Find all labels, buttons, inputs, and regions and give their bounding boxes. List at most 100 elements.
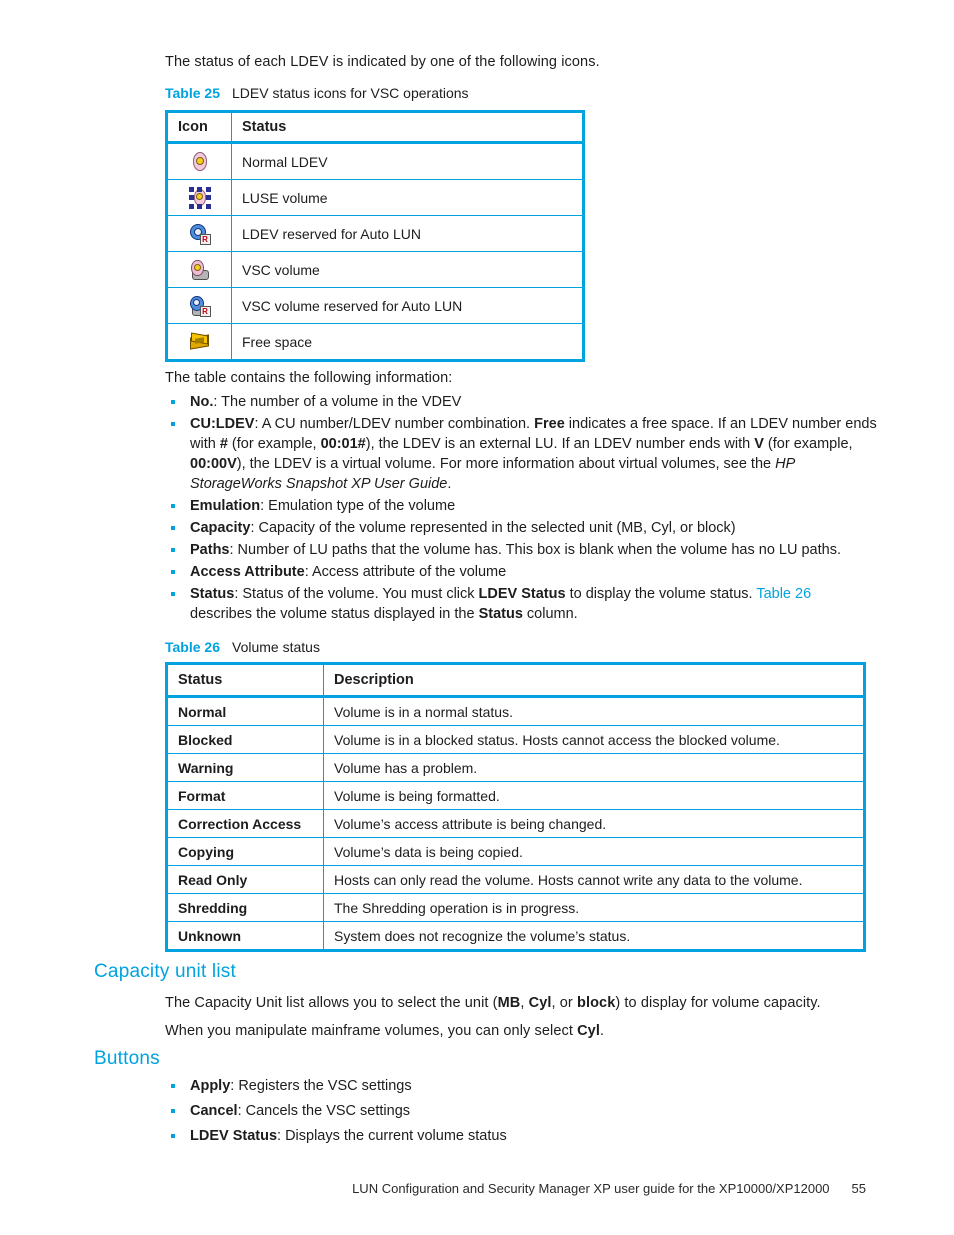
list-item-term: Status	[190, 586, 235, 602]
list-item-text: : Emulation type of the volume	[260, 498, 456, 514]
button-desc-apply: : Registers the VSC settings	[230, 1078, 412, 1094]
description-cell: Volume’s data is being copied.	[323, 837, 865, 866]
table-row: Normal LDEV	[166, 142, 584, 180]
table-row: Shredding The Shredding operation is in …	[166, 893, 865, 922]
list-item: Cancel: Cancels the VSC settings	[165, 1101, 877, 1121]
table-row: Read Only Hosts can only read the volume…	[166, 865, 865, 894]
table-info-list: No.: The number of a volume in the VDEV …	[165, 392, 877, 624]
volume-status-table: Status Description Normal Volume is in a…	[165, 662, 866, 952]
description-cell: Volume is being formatted.	[323, 781, 865, 810]
table-25-title: LDEV status icons for VSC operations	[232, 85, 469, 101]
status-cell: VSC volume reserved for Auto LUN	[231, 287, 584, 324]
status-cell: Free space	[231, 323, 584, 361]
list-item: Status: Status of the volume. You must c…	[165, 584, 877, 624]
description-cell: Hosts can only read the volume. Hosts ca…	[323, 865, 865, 894]
list-item: Emulation: Emulation type of the volume	[165, 496, 877, 516]
intro-paragraph: The status of each LDEV is indicated by …	[165, 54, 600, 70]
status-cell: Warning	[166, 753, 324, 782]
table-26-title: Volume status	[232, 639, 320, 655]
list-item: Capacity: Capacity of the volume represe…	[165, 518, 877, 538]
description-cell: System does not recognize the volume’s s…	[323, 921, 865, 951]
vsc-volume-reserved-auto-lun-icon: R	[189, 295, 211, 317]
status-cell: Format	[166, 781, 324, 810]
description-cell: Volume has a problem.	[323, 753, 865, 782]
status-cell: Blocked	[166, 725, 324, 754]
ldev-status-icons-table: Icon Status Normal LDEV LUSE volume R LD…	[165, 110, 585, 362]
table-row: R VSC volume reserved for Auto LUN	[166, 287, 584, 324]
list-item: Apply: Registers the VSC settings	[165, 1076, 877, 1096]
table-row: Normal Volume is in a normal status.	[166, 696, 865, 726]
table-row: R LDEV reserved for Auto LUN	[166, 215, 584, 252]
table-row: Correction Access Volume’s access attrib…	[166, 809, 865, 838]
table-26-caption: Table 26 Volume status	[165, 638, 320, 656]
vsc-volume-icon	[189, 259, 211, 281]
column-header-status: Status	[231, 111, 584, 144]
description-cell: Volume is in a blocked status. Hosts can…	[323, 725, 865, 754]
list-item: Access Attribute: Access attribute of th…	[165, 562, 877, 582]
button-desc-ldev-status: : Displays the current volume status	[277, 1128, 507, 1144]
button-name-cancel: Cancel	[190, 1103, 238, 1119]
table-row: Copying Volume’s data is being copied.	[166, 837, 865, 866]
list-item: CU:LDEV: A CU number/LDEV number combina…	[165, 414, 877, 494]
description-cell: Volume is in a normal status.	[323, 696, 865, 726]
luse-volume-icon	[188, 186, 211, 209]
description-cell: Volume’s access attribute is being chang…	[323, 809, 865, 838]
status-cell: Unknown	[166, 921, 324, 951]
button-desc-cancel: : Cancels the VSC settings	[237, 1103, 411, 1119]
list-item-term: Access Attribute	[190, 564, 305, 580]
list-item-text: : A CU number/LDEV number combination. F…	[190, 416, 877, 492]
buttons-list: Apply: Registers the VSC settings Cancel…	[165, 1076, 877, 1146]
icon-cell: R	[166, 215, 232, 252]
icon-cell	[166, 251, 232, 288]
table-26-xref[interactable]: Table 26	[756, 586, 811, 602]
button-name-apply: Apply	[190, 1078, 231, 1094]
list-item-text: : Number of LU paths that the volume has…	[229, 542, 842, 558]
list-item-text: : Capacity of the volume represented in …	[250, 520, 736, 536]
list-item-term: CU:LDEV	[190, 416, 255, 432]
heading-buttons: Buttons	[94, 1048, 160, 1069]
table-row: Format Volume is being formatted.	[166, 781, 865, 810]
table-26-number: Table 26	[165, 639, 220, 655]
heading-capacity-unit-list: Capacity unit list	[94, 961, 236, 982]
table-row: LUSE volume	[166, 179, 584, 216]
table-row: VSC volume	[166, 251, 584, 288]
description-cell: The Shredding operation is in progress.	[323, 893, 865, 922]
icon-cell	[166, 142, 232, 180]
table-info-lead: The table contains the following informa…	[165, 370, 453, 386]
table-row: Unknown System does not recognize the vo…	[166, 921, 865, 951]
list-item-text: : The number of a volume in the VDEV	[213, 394, 462, 410]
footer-guide-title: LUN Configuration and Security Manager X…	[352, 1181, 830, 1196]
list-item-term: Paths	[190, 542, 230, 558]
status-cell: VSC volume	[231, 251, 584, 288]
icon-cell	[166, 323, 232, 361]
list-item-term: Emulation	[190, 498, 261, 514]
table-row: Warning Volume has a problem.	[166, 753, 865, 782]
footer-page-number: 55	[851, 1181, 866, 1196]
status-cell: LUSE volume	[231, 179, 584, 216]
list-item: Paths: Number of LU paths that the volum…	[165, 540, 877, 560]
table-25-caption: Table 25 LDEV status icons for VSC operat…	[165, 84, 469, 102]
table-header-row: Icon Status	[166, 111, 584, 144]
status-cell: Read Only	[166, 865, 324, 894]
column-header-description: Description	[323, 663, 865, 698]
status-cell: Correction Access	[166, 809, 324, 838]
document-page: The status of each LDEV is indicated by …	[0, 0, 954, 1235]
icon-cell	[166, 179, 232, 216]
list-item-text: : Access attribute of the volume	[304, 564, 507, 580]
normal-ldev-icon	[189, 151, 211, 173]
list-item: No.: The number of a volume in the VDEV	[165, 392, 877, 412]
table-row: Blocked Volume is in a blocked status. H…	[166, 725, 865, 754]
status-cell: Shredding	[166, 893, 324, 922]
column-header-status: Status	[166, 663, 324, 698]
icon-cell: R	[166, 287, 232, 324]
ldev-reserved-auto-lun-icon: R	[189, 223, 211, 245]
table-25-number: Table 25	[165, 85, 220, 101]
status-cell: Normal LDEV	[231, 142, 584, 180]
capacity-unit-paragraph-1: The Capacity Unit list allows you to sel…	[165, 995, 821, 1011]
status-cell: Normal	[166, 696, 324, 726]
column-header-icon: Icon	[166, 111, 232, 144]
free-space-icon	[189, 331, 211, 353]
list-item-text: : Status of the volume. You must click L…	[190, 586, 812, 622]
table-row: Free space	[166, 323, 584, 361]
status-cell: LDEV reserved for Auto LUN	[231, 215, 584, 252]
